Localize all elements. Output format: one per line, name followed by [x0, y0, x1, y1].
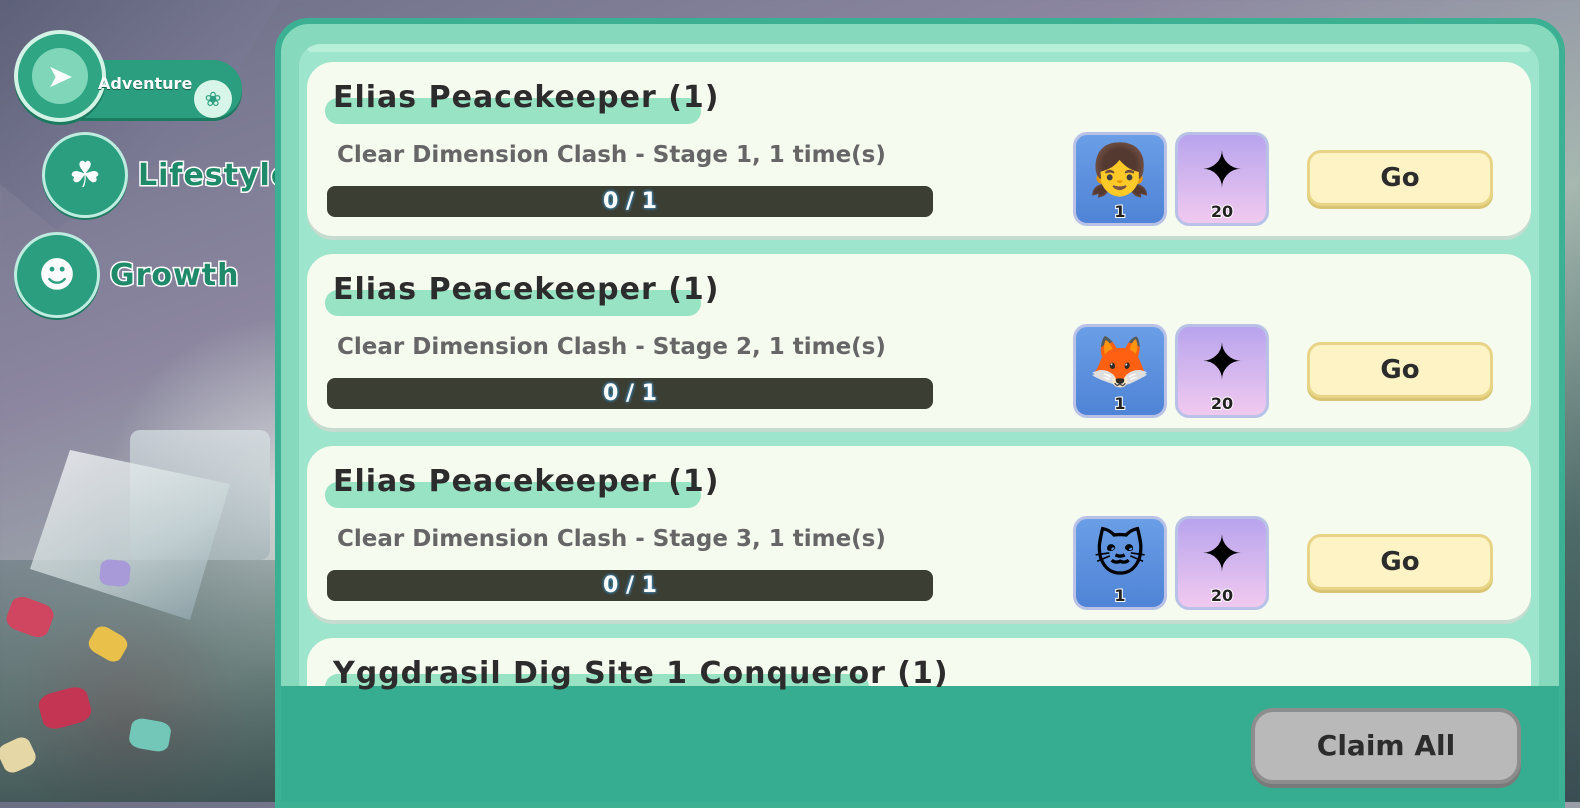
- quest-progress-bar: 0 / 1: [327, 570, 933, 601]
- reward-slot[interactable]: ✦ 20: [1175, 516, 1269, 610]
- quest-description: Clear Dimension Clash - Stage 2, 1 time(…: [337, 334, 886, 360]
- quest-title: Yggdrasil Dig Site 1 Conqueror (1): [333, 656, 949, 691]
- bg-gem: [98, 558, 132, 588]
- reward-slot[interactable]: 👧 1: [1073, 132, 1167, 226]
- panel-footer: Claim All: [281, 686, 1559, 802]
- panel-top-edge: [307, 44, 1531, 52]
- character-face-icon: ☻: [14, 232, 100, 318]
- reward-qty: 1: [1113, 393, 1126, 414]
- quest-list[interactable]: Elias Peacekeeper (1) Clear Dimension Cl…: [299, 44, 1539, 704]
- quest-description: Clear Dimension Clash - Stage 3, 1 time(…: [337, 526, 886, 552]
- reward-slot[interactable]: ✦ 20: [1175, 324, 1269, 418]
- reward-slot[interactable]: ✦ 20: [1175, 132, 1269, 226]
- reward-slot[interactable]: 🐱 1: [1073, 516, 1167, 610]
- go-button[interactable]: Go: [1307, 342, 1493, 398]
- rainbow-crystal-icon: ✦: [1201, 141, 1243, 199]
- quest-card: Elias Peacekeeper (1) Clear Dimension Cl…: [307, 254, 1531, 428]
- reward-qty: 1: [1113, 201, 1126, 222]
- quest-description: Clear Dimension Clash - Stage 1, 1 time(…: [337, 142, 886, 168]
- rainbow-crystal-icon: ✦: [1201, 333, 1243, 391]
- quest-progress-bar: 0 / 1: [327, 186, 933, 217]
- reward-qty: 20: [1210, 201, 1234, 222]
- quest-card: Elias Peacekeeper (1) Clear Dimension Cl…: [307, 62, 1531, 236]
- rainbow-crystal-icon: ✦: [1201, 525, 1243, 583]
- leaf-icon: ❀: [194, 80, 232, 118]
- go-button[interactable]: Go: [1307, 534, 1493, 590]
- claim-all-button[interactable]: Claim All: [1251, 708, 1521, 784]
- nav-tab-label: Adventure: [98, 74, 193, 93]
- reward-qty: 20: [1210, 585, 1234, 606]
- nav-tab-growth[interactable]: ☻ Growth: [14, 232, 240, 318]
- nav-tab-lifestyle[interactable]: ☘ Lifestyle: [42, 132, 293, 218]
- quest-progress-bar: 0 / 1: [327, 378, 933, 409]
- quest-title: Elias Peacekeeper (1): [333, 272, 720, 307]
- compass-icon: ➤: [32, 48, 88, 104]
- nav-tab-label: Lifestyle: [136, 156, 293, 194]
- quest-title: Elias Peacekeeper (1): [333, 464, 720, 499]
- clover-house-icon: ☘: [42, 132, 128, 218]
- nav-tab-label: Growth: [108, 256, 240, 294]
- brown-fox-avatar-icon: 🦊: [1088, 333, 1152, 391]
- nav-tab-adventure-circle: ➤: [14, 30, 106, 122]
- go-button[interactable]: Go: [1307, 150, 1493, 206]
- reward-slot[interactable]: 🦊 1: [1073, 324, 1167, 418]
- quest-card: Elias Peacekeeper (1) Clear Dimension Cl…: [307, 446, 1531, 620]
- reward-qty: 20: [1210, 393, 1234, 414]
- reward-qty: 1: [1113, 585, 1126, 606]
- green-hat-girl-avatar-icon: 👧: [1088, 141, 1152, 199]
- white-cat-headset-avatar-icon: 🐱: [1093, 525, 1147, 583]
- quest-panel: Elias Peacekeeper (1) Clear Dimension Cl…: [275, 18, 1565, 808]
- quest-title: Elias Peacekeeper (1): [333, 80, 720, 115]
- nav-tab-adventure[interactable]: ➤ Adventure ❀: [14, 30, 242, 122]
